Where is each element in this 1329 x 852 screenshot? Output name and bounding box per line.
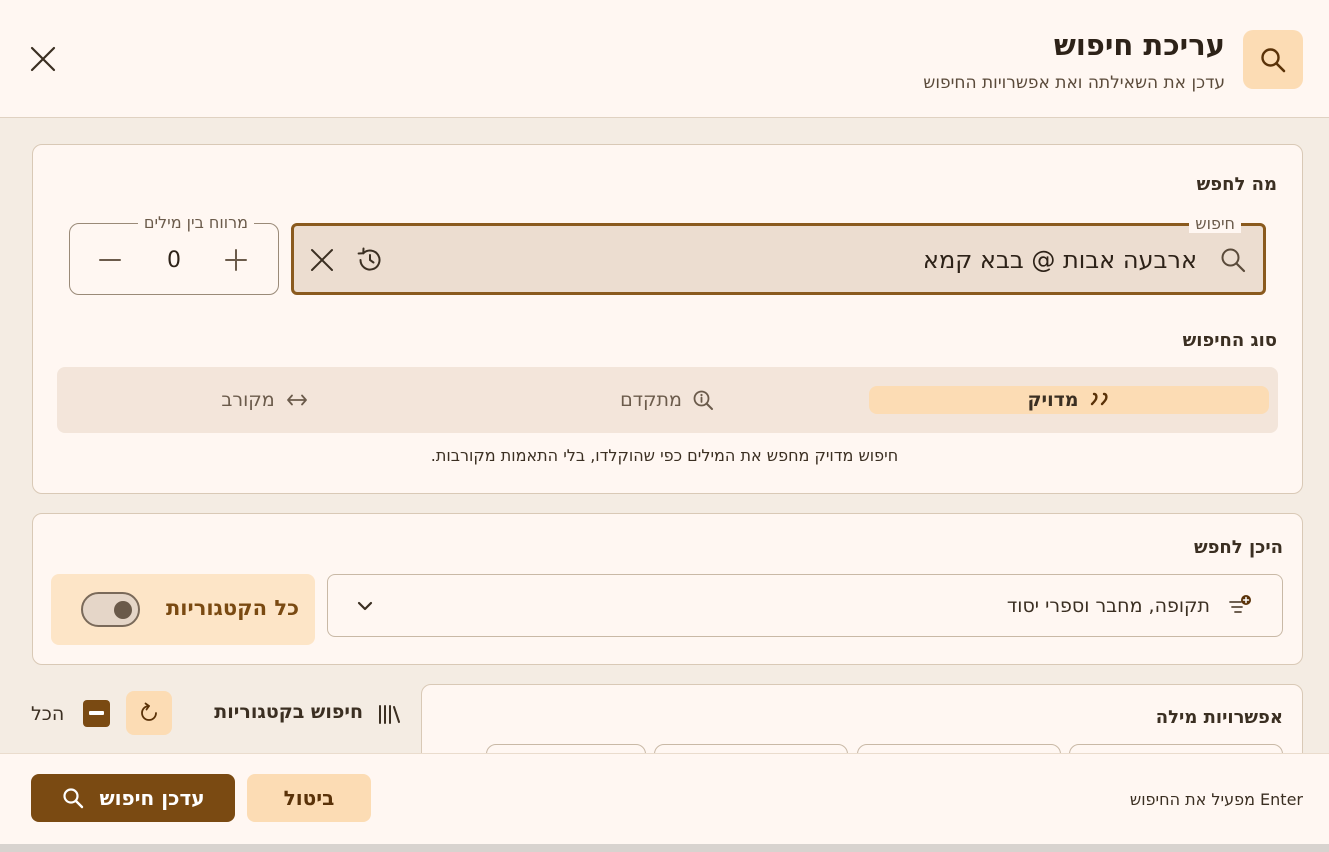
arrows-horizontal-icon <box>286 394 307 406</box>
search-type-advanced-label: מתקדם <box>620 389 682 411</box>
search-query-text[interactable]: ארבעה אבות @ בבא קמא <box>923 246 1197 274</box>
cancel-label: ביטול <box>283 786 335 810</box>
all-categories-toggle[interactable]: כל הקטגוריות <box>51 574 315 645</box>
search-type-approximate[interactable]: מקורב <box>65 386 465 414</box>
search-type-exact-label: מדויק <box>1027 389 1079 411</box>
search-field-legend: חיפוש <box>1189 215 1241 233</box>
reset-categories-button[interactable] <box>126 691 172 735</box>
books-icon <box>379 705 400 724</box>
search-icon <box>63 788 84 809</box>
distance-legend: מרווח בין מילים <box>137 214 254 232</box>
word-distance-stepper[interactable]: מרווח בין מילים 0 <box>69 214 279 295</box>
select-all-label: הכל <box>31 703 65 725</box>
category-search-text: חיפוש בקטגוריות <box>214 701 363 723</box>
quote-icon <box>1090 392 1108 406</box>
dialog-subtitle: עדכן את השאילתה ואת אפשרויות החיפוש <box>923 73 1225 93</box>
plus-icon <box>225 249 247 271</box>
history-icon <box>357 247 381 271</box>
cancel-button[interactable]: ביטול <box>247 774 371 822</box>
clear-icon <box>311 249 333 271</box>
dialog-title: עריכת חיפוש <box>1053 28 1225 62</box>
search-icon <box>1221 248 1246 273</box>
chevron-wrap <box>352 593 378 619</box>
what-to-search-card <box>32 144 1303 494</box>
search-input[interactable]: חיפוש ארבעה אבות @ בבא קמא <box>291 215 1266 295</box>
search-type-segmented-control: מדויק מתקדם מקורב <box>57 367 1278 433</box>
dialog-header: עריכת חיפוש עדכן את השאילתה ואת אפשרויות… <box>0 0 1329 118</box>
search-type-approximate-label: מקורב <box>221 389 275 411</box>
update-search-label: עדכן חיפוש <box>99 786 205 810</box>
search-type-description: חיפוש מדויק מחפש את המילים כפי שהוקלדו, … <box>430 446 899 465</box>
scope-dropdown[interactable]: תקופה, מחבר וספרי יסוד <box>327 574 1283 637</box>
search-type-advanced[interactable]: מתקדם <box>467 386 867 414</box>
where-to-search-label: היכן לחפש <box>1193 537 1283 558</box>
select-all-checkbox[interactable] <box>83 700 110 727</box>
word-options-label: אפשרויות מילה <box>1155 707 1283 728</box>
filter-add-icon-wrap <box>1226 592 1254 620</box>
what-to-search-label: מה לחפש <box>1196 174 1277 195</box>
all-categories-label: כל הקטגוריות <box>165 596 299 620</box>
search-field-icon <box>1217 244 1249 276</box>
header-badge <box>1243 30 1303 89</box>
close-button[interactable] <box>22 38 64 80</box>
search-type-exact[interactable]: מדויק <box>869 386 1269 414</box>
scope-dropdown-value: תקופה, מחבר וספרי יסוד <box>1006 595 1210 617</box>
filter-add-icon <box>1229 595 1251 613</box>
clear-search-button[interactable] <box>304 242 340 278</box>
chevron-down-icon <box>357 601 373 611</box>
info-search-icon <box>693 390 713 410</box>
close-icon <box>30 46 56 72</box>
toggle-switch[interactable] <box>81 592 140 627</box>
search-type-label: סוג החיפוש <box>1182 330 1277 351</box>
toggle-knob <box>114 601 132 619</box>
search-icon <box>1261 47 1286 72</box>
keyboard-hint: Enter מפעיל את החיפוש <box>1129 790 1303 809</box>
update-search-button[interactable]: עדכן חיפוש <box>31 774 235 822</box>
history-button[interactable] <box>352 242 388 278</box>
category-search-label: חיפוש בקטגוריות <box>214 701 363 723</box>
books-icon-wrap <box>376 700 404 728</box>
increment-button[interactable] <box>220 244 252 276</box>
reset-icon <box>141 702 157 721</box>
dialog-footer: עדכן חיפוש ביטול Enter מפעיל את החיפוש <box>0 753 1329 844</box>
bottom-scroll-edge <box>0 844 1329 852</box>
